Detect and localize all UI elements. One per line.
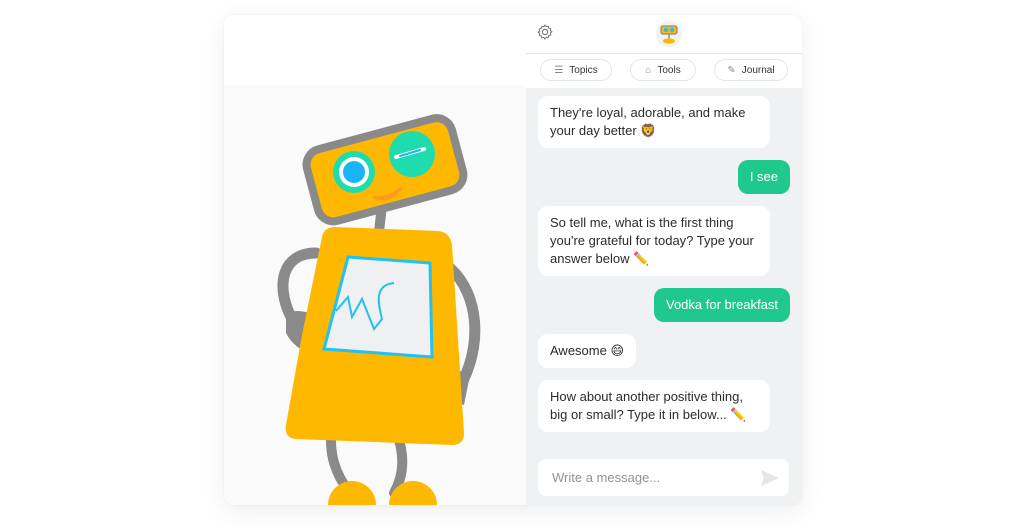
message-input[interactable]	[550, 469, 754, 486]
robot-logo-icon	[656, 21, 682, 47]
send-icon[interactable]	[759, 468, 781, 488]
tab-tools-label: Tools	[657, 64, 681, 76]
list-icon: ☰	[554, 64, 564, 76]
user-message: Vodka for breakfast	[653, 288, 790, 322]
illustration-panel	[224, 15, 526, 505]
gear-icon[interactable]	[536, 23, 554, 41]
tab-journal[interactable]: ✎ Journal	[714, 59, 788, 81]
robot-head	[302, 114, 468, 226]
tab-topics-label: Topics	[569, 64, 598, 76]
app-window: ☰ Topics ⌂ Tools ✎ Journal They're loyal…	[224, 15, 802, 505]
message-list: They're loyal, adorable, and make your d…	[526, 88, 802, 458]
tab-tools[interactable]: ⌂ Tools	[630, 59, 696, 81]
chat-header	[526, 15, 802, 54]
robot-illustration	[277, 114, 481, 505]
chat-panel: ☰ Topics ⌂ Tools ✎ Journal They're loyal…	[526, 15, 802, 505]
tab-bar: ☰ Topics ⌂ Tools ✎ Journal	[526, 54, 802, 88]
bot-message: So tell me, what is the first thing you'…	[538, 206, 770, 276]
edit-icon: ✎	[727, 64, 736, 76]
message-composer	[538, 459, 789, 496]
bot-message: Awesome 😄	[538, 334, 637, 368]
bot-message: They're loyal, adorable, and make your d…	[538, 96, 770, 148]
robot-left-foot	[328, 481, 376, 505]
tab-journal-label: Journal	[741, 64, 775, 76]
user-message: I see	[737, 160, 790, 194]
bot-message: How about another positive thing, big or…	[538, 380, 770, 432]
tab-topics[interactable]: ☰ Topics	[540, 59, 612, 81]
toolbox-icon: ⌂	[645, 64, 652, 76]
